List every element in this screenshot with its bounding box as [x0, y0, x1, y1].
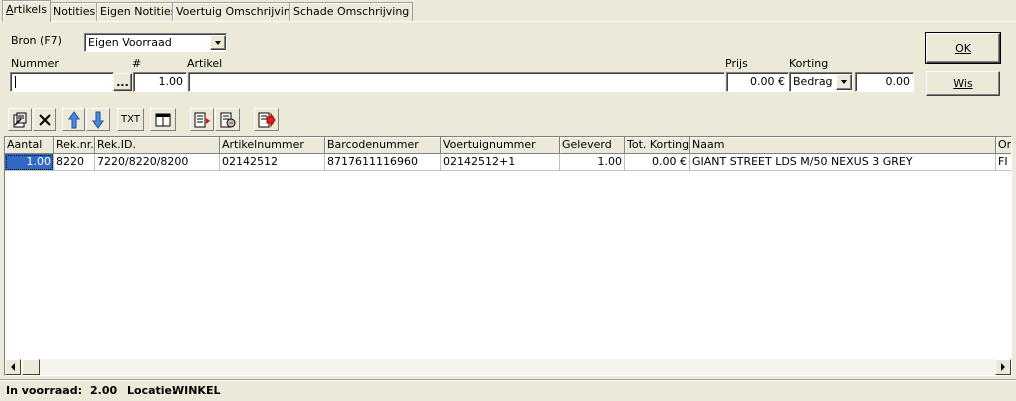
document-import-icon [194, 112, 210, 127]
horizontal-scrollbar[interactable] [5, 359, 1011, 375]
column-header-barcodenummer[interactable]: Barcodenummer [325, 137, 441, 154]
cell-barcodenummer[interactable]: 8717611116960 [325, 154, 441, 171]
bron-dropdown-button[interactable] [210, 35, 226, 50]
cell-aantal[interactable]: 1.00 [5, 154, 54, 171]
bron-label: Bron (F7) [11, 34, 62, 47]
prijs-input[interactable]: 0.00 € [726, 72, 789, 92]
edit-document-icon [13, 112, 27, 127]
tab-notities[interactable]: Notities [49, 2, 100, 21]
artikel-input[interactable] [188, 72, 725, 92]
scroll-left-button[interactable] [5, 359, 21, 375]
column-header-voertuignummer[interactable]: Voertuignummer [441, 137, 560, 154]
chevron-down-icon [841, 80, 847, 84]
column-header-geleverd[interactable]: Geleverd [560, 137, 625, 154]
voorraad-value: 2.00 [90, 384, 118, 397]
move-down-button[interactable] [86, 108, 110, 131]
artikel-label: Artikel [187, 57, 223, 70]
arrow-up-icon [67, 110, 80, 128]
locatie-label: Locatie: [127, 384, 177, 397]
tab-schade-omschrijving[interactable]: Schade Omschrijving [289, 2, 414, 21]
columns-icon [155, 113, 171, 126]
text-cursor [15, 76, 16, 88]
move-up-button[interactable] [62, 108, 85, 131]
cell-rekid[interactable]: 7220/8220/8200 [95, 154, 220, 171]
chevron-left-icon [11, 363, 15, 371]
cell-naam[interactable]: GIANT STREET LDS M/50 NEXUS 3 GREY [690, 154, 996, 171]
cell-on[interactable]: FI [996, 154, 1011, 171]
column-header-artikelnummer[interactable]: Artikelnummer [220, 137, 325, 154]
korting-value-input[interactable]: 0.00 [855, 72, 914, 92]
delete-item-button[interactable] [33, 108, 56, 131]
edit-item-button[interactable] [8, 108, 32, 131]
close-icon [38, 113, 51, 126]
column-header-on[interactable]: On [996, 137, 1011, 154]
chevron-down-icon [215, 40, 221, 45]
tab-bar: Artikels Notities Eigen Notities Voertui… [0, 0, 1016, 22]
cell-tot-korting[interactable]: 0.00 € [625, 154, 690, 171]
tab-voertuig-omschrijving[interactable]: Voertuig Omschrijving [172, 2, 302, 21]
column-header-tot-korting[interactable]: Tot. Korting [625, 137, 690, 154]
korting-label: Korting [789, 57, 829, 70]
cell-reknr[interactable]: 8220 [54, 154, 95, 171]
cell-artikelnummer[interactable]: 02142512 [220, 154, 325, 171]
cell-geleverd[interactable]: 1.00 [560, 154, 625, 171]
column-header-rekid[interactable]: Rek.ID. [95, 137, 220, 154]
columns-button[interactable] [150, 108, 176, 131]
chevron-right-icon [1001, 363, 1005, 371]
exit-button[interactable] [254, 108, 279, 131]
bron-select[interactable]: Eigen Voorraad [84, 33, 227, 52]
ok-button[interactable]: OK [925, 32, 1001, 64]
scroll-thumb[interactable] [22, 359, 40, 375]
nummer-input[interactable] [10, 72, 114, 92]
articles-grid[interactable]: Aantal Rek.nr. Rek.ID. Artikelnummer Bar… [4, 136, 1012, 376]
korting-type-dropdown-button[interactable] [836, 74, 852, 90]
import-button[interactable] [190, 108, 214, 131]
voorraad-label: In voorraad: [6, 384, 83, 397]
count-label: # [132, 57, 142, 70]
count-input[interactable]: 1.00 [133, 72, 187, 92]
wis-button[interactable]: Wis [926, 71, 1000, 96]
nummer-lookup-button[interactable]: ... [113, 73, 132, 91]
locatie-value: WINKEL [172, 384, 221, 397]
tab-divider [0, 21, 1016, 22]
tab-artikels[interactable]: Artikels [2, 0, 51, 22]
tab-eigen-notities[interactable]: Eigen Notities [96, 2, 181, 21]
cell-voertuignummer[interactable]: 02142512+1 [441, 154, 560, 171]
arrow-down-icon [92, 111, 104, 129]
nummer-label: Nummer [11, 57, 59, 70]
grid-header: Aantal Rek.nr. Rek.ID. Artikelnummer Bar… [5, 137, 1011, 154]
column-header-aantal[interactable]: Aantal [5, 137, 54, 154]
prijs-label: Prijs [725, 57, 748, 70]
exit-icon [258, 111, 276, 128]
document-export-icon [220, 112, 235, 127]
export-button[interactable] [215, 108, 240, 131]
scroll-right-button[interactable] [995, 359, 1011, 375]
txt-button[interactable]: TXT [117, 108, 144, 131]
column-header-naam[interactable]: Naam [690, 137, 996, 154]
table-row[interactable]: 1.00 8220 7220/8220/8200 02142512 871761… [5, 154, 1011, 171]
column-header-reknr[interactable]: Rek.nr. [54, 137, 95, 154]
status-bar: In voorraad: 2.00 Locatie: WINKEL [0, 379, 1016, 401]
